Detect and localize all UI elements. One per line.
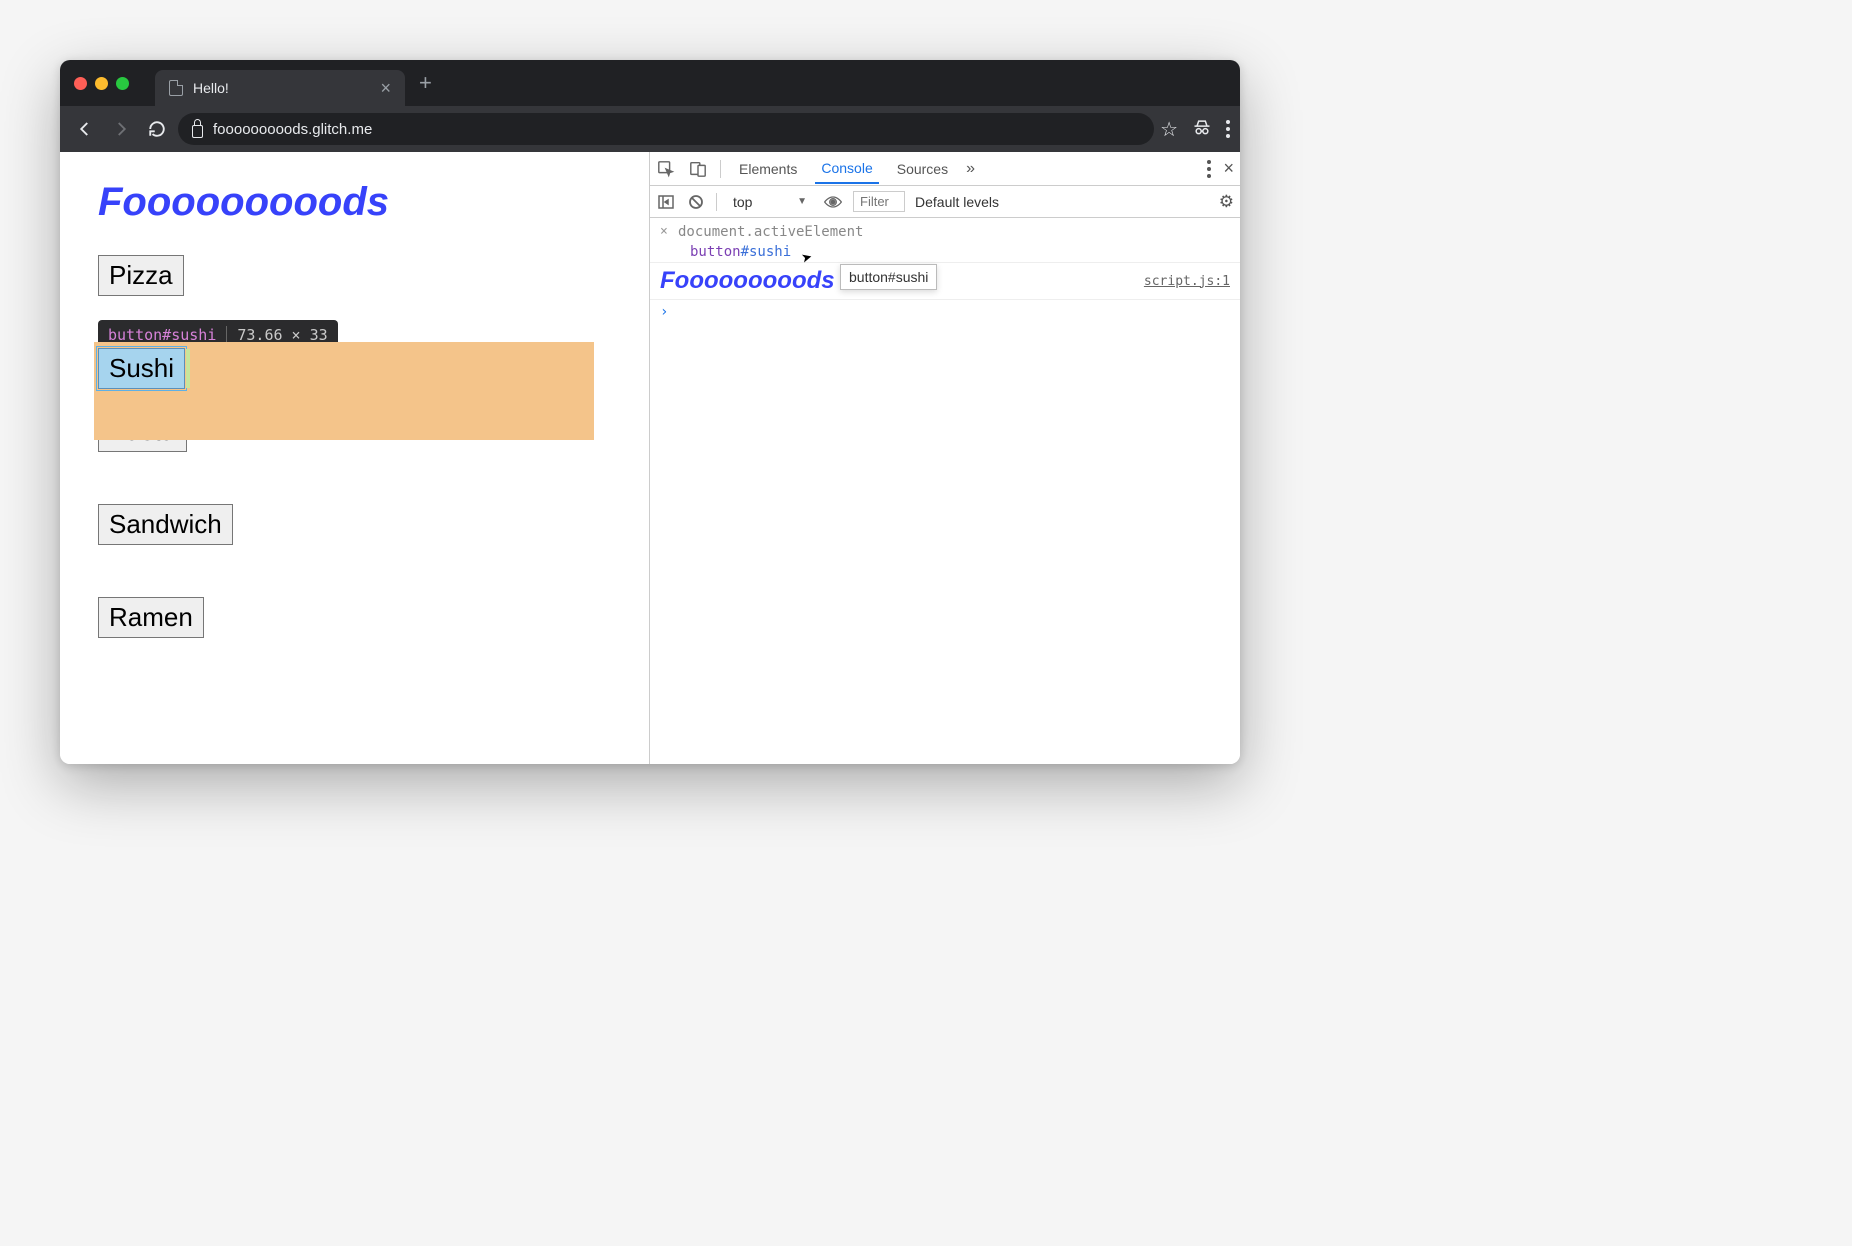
console-log-row: Fooooooooods script.js:1: [650, 263, 1240, 300]
lock-icon: [192, 125, 203, 138]
address-bar: fooooooooods.glitch.me ☆: [60, 106, 1240, 152]
console-filter-input[interactable]: [853, 191, 905, 212]
tab-console[interactable]: Console: [815, 154, 878, 184]
remove-expression-icon[interactable]: ×: [660, 224, 672, 239]
console-output: × document.activeElement button#sushi ➤ …: [650, 218, 1240, 764]
log-levels[interactable]: Default levels: [915, 194, 999, 210]
food-button-ramen[interactable]: Ramen: [98, 597, 204, 638]
close-devtools-icon[interactable]: ×: [1223, 158, 1234, 179]
console-prompt[interactable]: ›: [650, 300, 1240, 324]
separator: [716, 193, 717, 211]
console-result: button#sushi: [660, 244, 791, 260]
new-tab-button[interactable]: +: [413, 70, 438, 96]
food-button-sandwich[interactable]: Sandwich: [98, 504, 233, 545]
element-hover-tooltip: button#sushi: [840, 264, 937, 290]
console-sidebar-icon[interactable]: [656, 192, 676, 212]
kebab-menu-icon[interactable]: [1226, 120, 1230, 138]
console-settings-icon[interactable]: ⚙: [1219, 192, 1234, 212]
reload-button[interactable]: [142, 114, 172, 144]
toolbar-right: ☆: [1160, 117, 1230, 142]
devtools-menu-icon[interactable]: [1207, 160, 1211, 178]
page-icon: [169, 80, 183, 96]
context-selector[interactable]: top: [727, 192, 813, 212]
live-expression-icon[interactable]: [823, 192, 843, 212]
food-button-pizza[interactable]: Pizza: [98, 255, 184, 296]
minimize-window-icon[interactable]: [95, 77, 108, 90]
incognito-icon[interactable]: [1192, 118, 1212, 141]
more-tabs-icon[interactable]: »: [966, 160, 975, 178]
device-toggle-icon[interactable]: [688, 159, 708, 179]
rendered-page: Fooooooooods Pizza button#sushi 73.66 × …: [60, 152, 650, 764]
highlighted-element-wrap: Sushi: [98, 348, 611, 389]
food-button-sushi[interactable]: Sushi: [98, 348, 185, 389]
url-box[interactable]: fooooooooods.glitch.me: [178, 113, 1154, 145]
bookmark-icon[interactable]: ☆: [1160, 117, 1178, 142]
maximize-window-icon[interactable]: [116, 77, 129, 90]
url-text: fooooooooods.glitch.me: [213, 121, 372, 138]
clear-console-icon[interactable]: [686, 192, 706, 212]
inspect-element-icon[interactable]: [656, 159, 676, 179]
console-result-row[interactable]: button#sushi: [650, 242, 1240, 263]
content-area: Fooooooooods Pizza button#sushi 73.66 × …: [60, 152, 1240, 764]
browser-window: Hello! × + fooooooooods.glitch.me ☆: [60, 60, 1240, 764]
titlebar: Hello! × +: [60, 60, 1240, 106]
tab-title: Hello!: [193, 80, 229, 96]
devtools-tabs: Elements Console Sources » ×: [650, 152, 1240, 186]
close-window-icon[interactable]: [74, 77, 87, 90]
back-button[interactable]: [70, 114, 100, 144]
console-toolbar: top Default levels ⚙: [650, 186, 1240, 218]
page-heading: Fooooooooods: [98, 180, 611, 225]
tab-sources[interactable]: Sources: [891, 155, 954, 183]
log-source[interactable]: script.js:1: [1144, 274, 1230, 289]
log-message: Fooooooooods: [660, 267, 835, 295]
tab-elements[interactable]: Elements: [733, 155, 803, 183]
window-controls: [74, 77, 129, 90]
devtools-panel: Elements Console Sources » ×: [650, 152, 1240, 764]
forward-button[interactable]: [106, 114, 136, 144]
context-select[interactable]: top: [727, 192, 813, 212]
console-expression-row: × document.activeElement: [650, 222, 1240, 242]
browser-tab[interactable]: Hello! ×: [155, 70, 405, 106]
separator: [720, 160, 721, 178]
close-tab-icon[interactable]: ×: [380, 79, 391, 97]
console-expression: document.activeElement: [678, 224, 863, 240]
